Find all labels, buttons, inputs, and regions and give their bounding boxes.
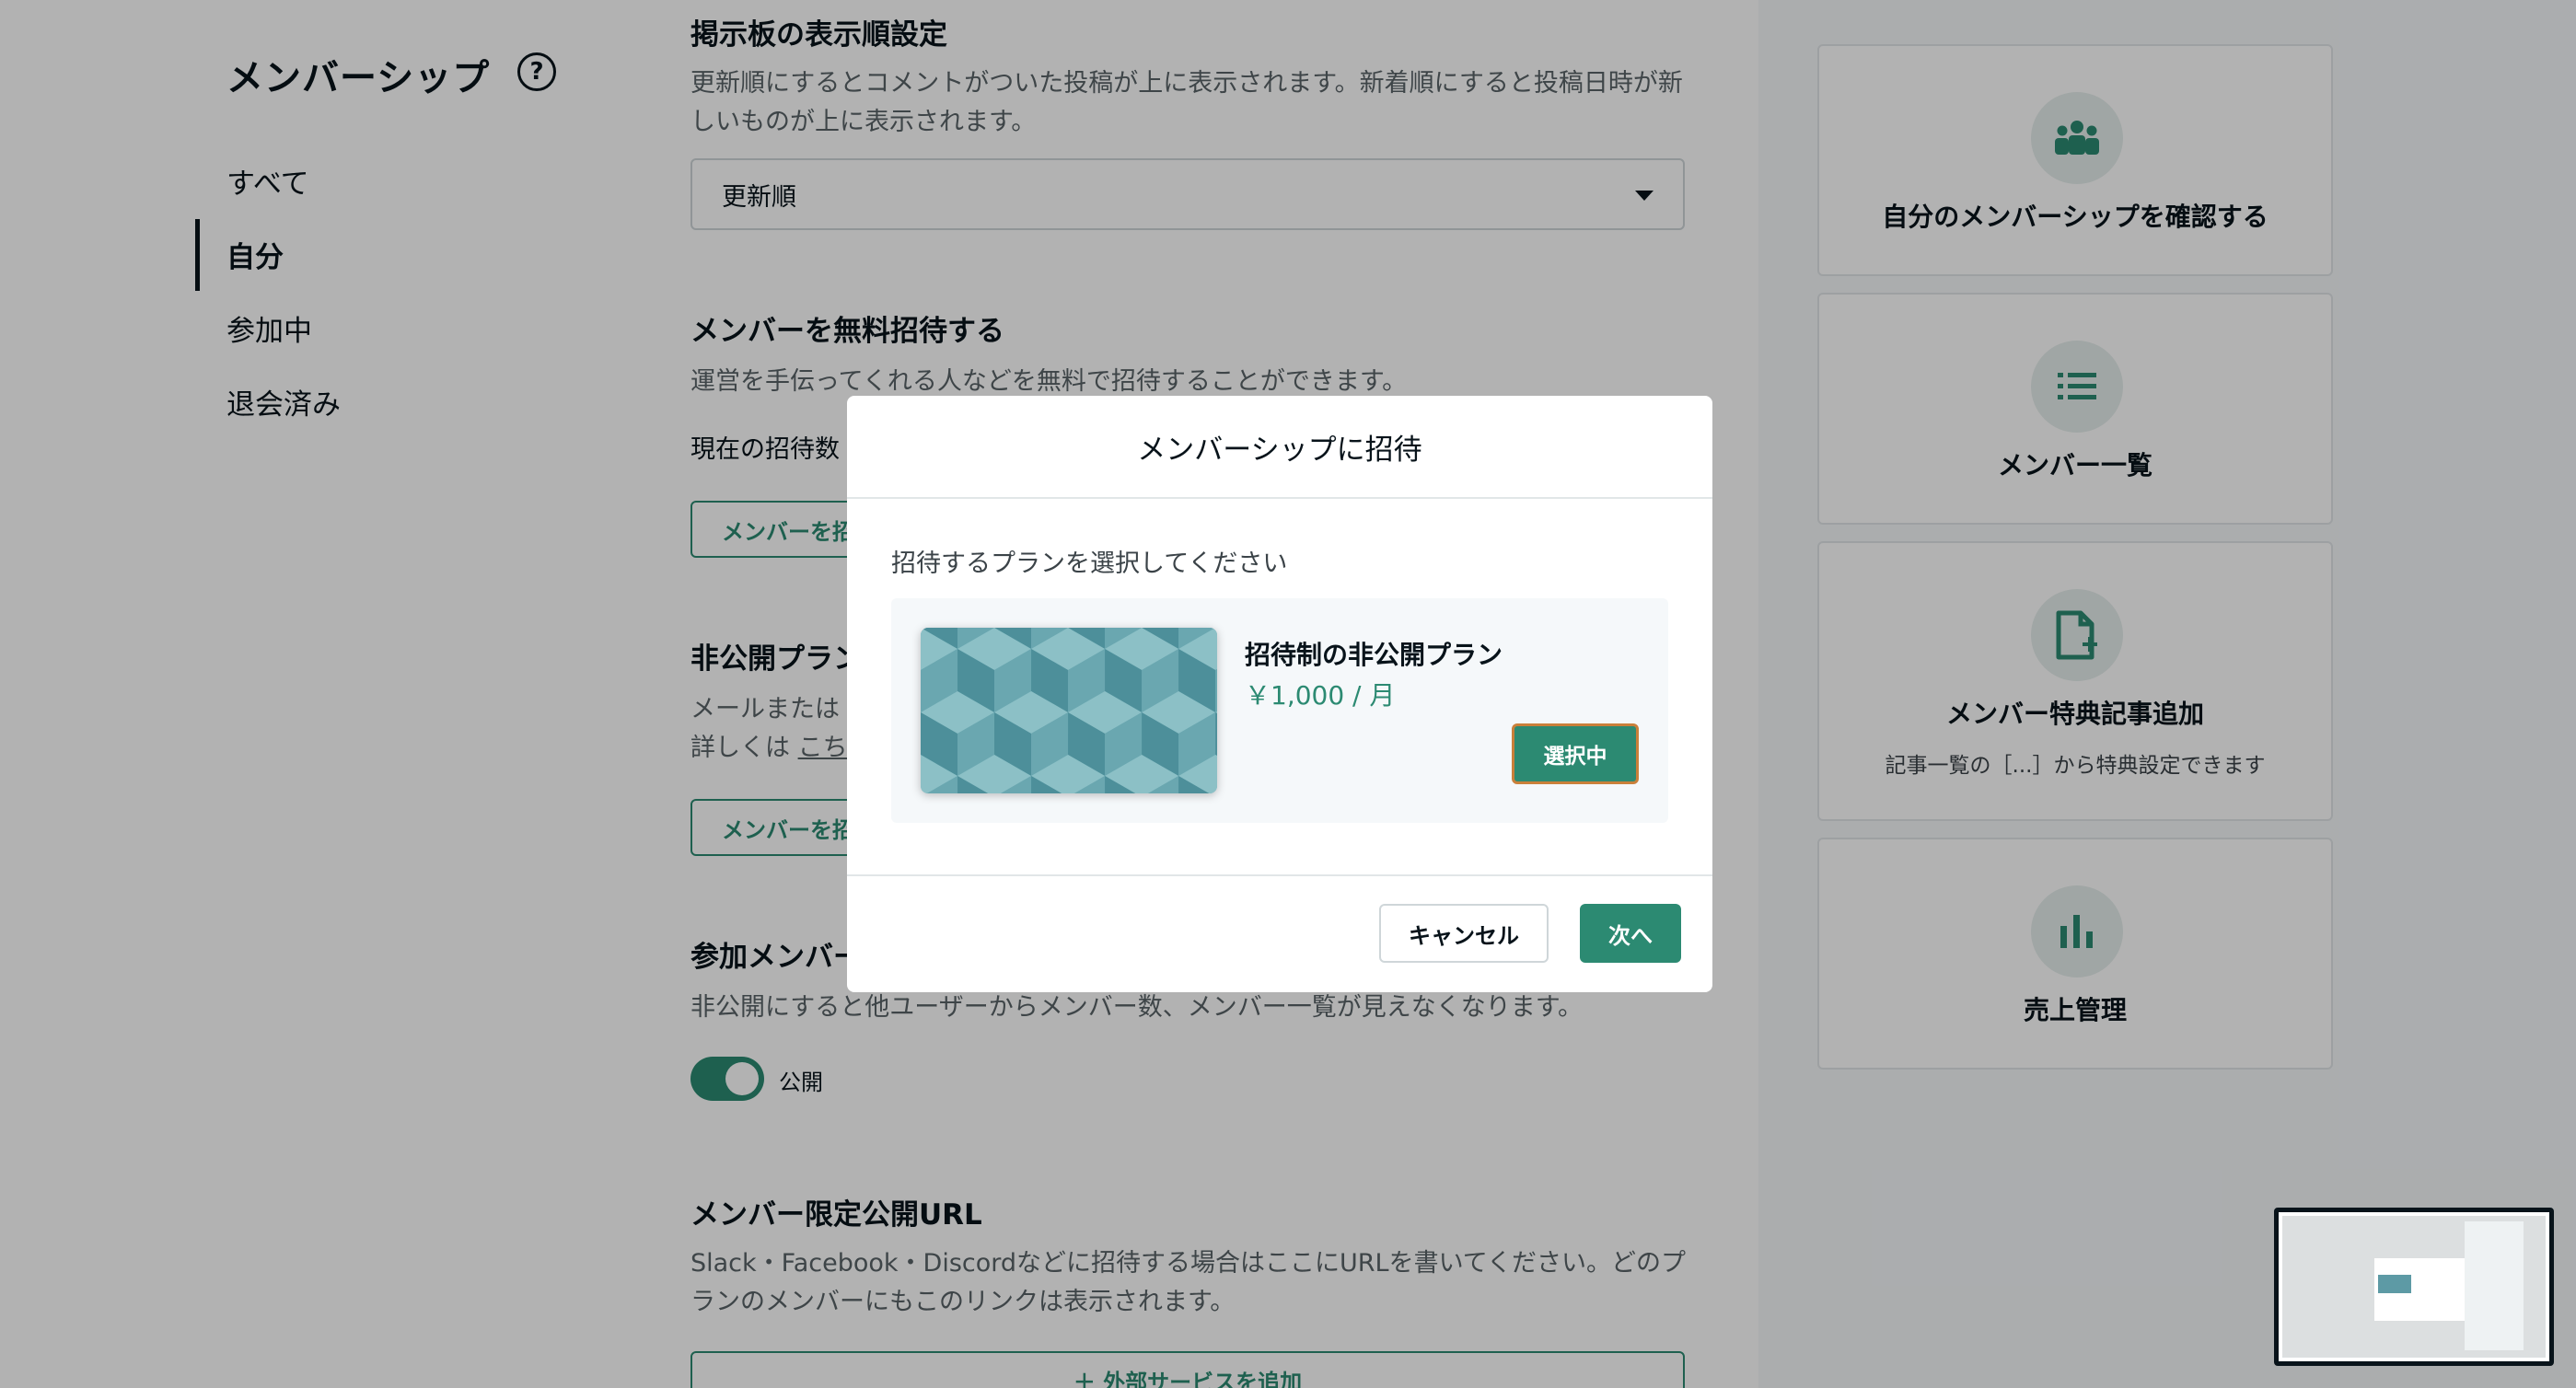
modal-title: メンバーシップに招待 bbox=[847, 396, 1712, 499]
minimap-preview bbox=[2282, 1216, 2546, 1358]
plan-name: 招待制の非公開プラン bbox=[1245, 640, 1503, 670]
cancel-button[interactable]: キャンセル bbox=[1379, 904, 1549, 963]
minimap-right-panel bbox=[2465, 1221, 2524, 1350]
plan-thumbnail bbox=[921, 628, 1217, 793]
invite-modal: メンバーシップに招待 招待するプランを選択してください 招待制の非公開プラン ￥… bbox=[847, 396, 1712, 992]
minimap[interactable] bbox=[2274, 1208, 2554, 1366]
plan-option[interactable]: 招待制の非公開プラン ￥1,000 / 月 選択中 bbox=[891, 598, 1668, 823]
minimap-thumbnail bbox=[2378, 1275, 2411, 1293]
modal-divider bbox=[847, 874, 1712, 876]
plan-selected-button[interactable]: 選択中 bbox=[1512, 723, 1639, 784]
modal-select-label: 招待するプランを選択してください bbox=[891, 549, 1288, 578]
plan-price: ￥1,000 / 月 bbox=[1245, 680, 1396, 711]
next-button[interactable]: 次へ bbox=[1580, 904, 1681, 963]
